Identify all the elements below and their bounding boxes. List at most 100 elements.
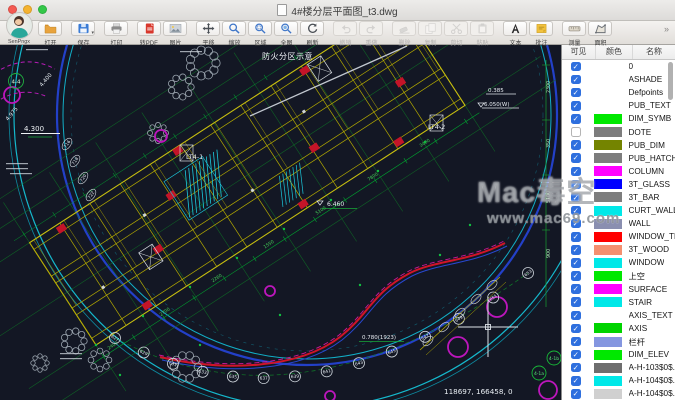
maximize-button[interactable] xyxy=(38,5,47,14)
toolbar-button-refresh[interactable]: 刷新 xyxy=(300,21,324,47)
toolbar-button-text[interactable]: 文本 xyxy=(503,21,527,47)
layer-visibility-checkbox[interactable]: ✓ xyxy=(571,88,581,98)
layer-visibility-checkbox[interactable]: ✓ xyxy=(571,101,581,111)
toolbar-button-area[interactable]: 面积 xyxy=(588,21,612,47)
pdf-icon[interactable] xyxy=(137,21,161,36)
layer-color-swatch[interactable] xyxy=(594,206,622,216)
layer-row[interactable]: ✓PUB_HATCH xyxy=(562,152,675,165)
layer-color-swatch[interactable] xyxy=(594,101,622,111)
layer-row[interactable]: ✓3T_BAR xyxy=(562,191,675,204)
area-icon[interactable] xyxy=(588,21,612,36)
layer-color-swatch[interactable] xyxy=(594,389,622,399)
zoom-icon[interactable] xyxy=(222,21,246,36)
toolbar-button-note[interactable]: 批注 xyxy=(529,21,553,47)
layer-row[interactable]: ✓A-H-104$0$... xyxy=(562,374,675,387)
refresh-icon[interactable] xyxy=(300,21,324,36)
toolbar-button-pan[interactable]: 平移 xyxy=(196,21,220,47)
layer-visibility-checkbox[interactable]: ✓ xyxy=(571,167,581,177)
layer-visibility-checkbox[interactable]: ✓ xyxy=(571,324,581,334)
layer-color-swatch[interactable] xyxy=(594,350,622,360)
layer-color-swatch[interactable] xyxy=(594,62,622,72)
layer-row[interactable]: ✓A-H-104$0$... xyxy=(562,387,675,400)
layer-visibility-checkbox[interactable]: ✓ xyxy=(571,245,581,255)
layer-row[interactable]: ✓A-H-103$0$... xyxy=(562,361,675,374)
toolbar-button-folder[interactable]: 打开 xyxy=(38,21,62,47)
layer-color-swatch[interactable] xyxy=(594,323,622,333)
avatar[interactable] xyxy=(6,12,33,39)
layer-row[interactable]: ✓DIM_ELEV xyxy=(562,348,675,361)
layer-visibility-checkbox[interactable]: ✓ xyxy=(571,271,581,281)
layer-visibility-checkbox[interactable]: ✓ xyxy=(571,337,581,347)
layer-visibility-checkbox[interactable] xyxy=(571,127,581,137)
layer-row[interactable]: ✓ASHADE xyxy=(562,73,675,86)
layer-visibility-checkbox[interactable]: ✓ xyxy=(571,206,581,216)
layer-color-swatch[interactable] xyxy=(594,192,622,202)
layer-color-swatch[interactable] xyxy=(594,297,622,307)
save-icon[interactable]: ▾ xyxy=(71,21,95,36)
measure-icon[interactable] xyxy=(562,21,586,36)
layer-row[interactable]: ✓WALL xyxy=(562,217,675,230)
layer-color-swatch[interactable] xyxy=(594,245,622,255)
image-icon[interactable] xyxy=(163,21,187,36)
layer-color-swatch[interactable] xyxy=(594,179,622,189)
toolbar-button-save[interactable]: ▾保存 xyxy=(71,21,95,47)
layer-visibility-checkbox[interactable]: ✓ xyxy=(571,284,581,294)
layer-visibility-checkbox[interactable]: ✓ xyxy=(571,193,581,203)
note-icon[interactable] xyxy=(529,21,553,36)
layer-color-swatch[interactable] xyxy=(594,75,622,85)
layer-color-swatch[interactable] xyxy=(594,284,622,294)
pan-icon[interactable] xyxy=(196,21,220,36)
layer-visibility-checkbox[interactable]: ✓ xyxy=(571,363,581,373)
toolbar-overflow-chevron[interactable]: » xyxy=(664,24,669,34)
layer-row[interactable]: ✓CURT_WALL xyxy=(562,204,675,217)
layer-visibility-checkbox[interactable]: ✓ xyxy=(571,297,581,307)
layer-color-swatch[interactable] xyxy=(594,140,622,150)
layer-color-swatch[interactable] xyxy=(594,127,622,137)
layer-visibility-checkbox[interactable]: ✓ xyxy=(571,180,581,190)
toolbar-button-zoom-all[interactable]: 全图 xyxy=(274,21,298,47)
zoom-region-icon[interactable] xyxy=(248,21,272,36)
layer-row[interactable]: ✓0 xyxy=(562,60,675,73)
toolbar-button-zoom-region[interactable]: 区域 xyxy=(248,21,272,47)
printer-icon[interactable] xyxy=(104,21,128,36)
layer-row[interactable]: ✓PUB_DIM xyxy=(562,139,675,152)
layer-color-swatch[interactable] xyxy=(594,153,622,163)
layer-row[interactable]: ✓SURFACE xyxy=(562,283,675,296)
layer-visibility-checkbox[interactable]: ✓ xyxy=(571,75,581,85)
layer-color-swatch[interactable] xyxy=(594,88,622,98)
folder-icon[interactable] xyxy=(38,21,62,36)
layer-visibility-checkbox[interactable]: ✓ xyxy=(571,219,581,229)
zoom-all-icon[interactable] xyxy=(274,21,298,36)
layer-visibility-checkbox[interactable]: ✓ xyxy=(571,232,581,242)
layer-visibility-checkbox[interactable]: ✓ xyxy=(571,258,581,268)
layer-color-swatch[interactable] xyxy=(594,363,622,373)
toolbar-button-printer[interactable]: 打印 xyxy=(104,21,128,47)
toolbar-button-zoom[interactable]: 缩放 xyxy=(222,21,246,47)
layer-color-swatch[interactable] xyxy=(594,271,622,281)
scrollbar-thumb[interactable] xyxy=(668,62,673,100)
user-account[interactable]: SenPngx xyxy=(4,12,34,45)
text-icon[interactable] xyxy=(503,21,527,36)
layer-row[interactable]: ✓3T_GLASS xyxy=(562,178,675,191)
layer-color-swatch[interactable] xyxy=(594,337,622,347)
layer-visibility-checkbox[interactable]: ✓ xyxy=(571,350,581,360)
layer-row[interactable]: ✓WINDOW xyxy=(562,256,675,269)
cad-canvas[interactable]: 2400270022601550510078003400716718720722… xyxy=(0,45,561,400)
toolbar-button-image[interactable]: 图片 xyxy=(163,21,187,47)
layer-row[interactable]: ✓WINDOW_TE... xyxy=(562,230,675,243)
toolbar-button-measure[interactable]: 测量 xyxy=(562,21,586,47)
layer-color-swatch[interactable] xyxy=(594,114,622,124)
layer-visibility-checkbox[interactable]: ✓ xyxy=(571,389,581,399)
toolbar-button-pdf[interactable]: 转PDF xyxy=(137,21,161,47)
layer-visibility-checkbox[interactable]: ✓ xyxy=(571,153,581,163)
layer-visibility-checkbox[interactable]: ✓ xyxy=(571,140,581,150)
layer-row[interactable]: ✓AXIS xyxy=(562,322,675,335)
layer-color-swatch[interactable] xyxy=(594,258,622,268)
layer-row[interactable]: ✓COLUMN xyxy=(562,165,675,178)
layer-row[interactable]: ✓PUB_TEXT xyxy=(562,99,675,112)
layer-row[interactable]: ✓Defpoints xyxy=(562,86,675,99)
layer-color-swatch[interactable] xyxy=(594,232,622,242)
layer-row[interactable]: ✓STAIR xyxy=(562,296,675,309)
layer-color-swatch[interactable] xyxy=(594,310,622,320)
layer-row[interactable]: ✓3T_WOOD xyxy=(562,243,675,256)
